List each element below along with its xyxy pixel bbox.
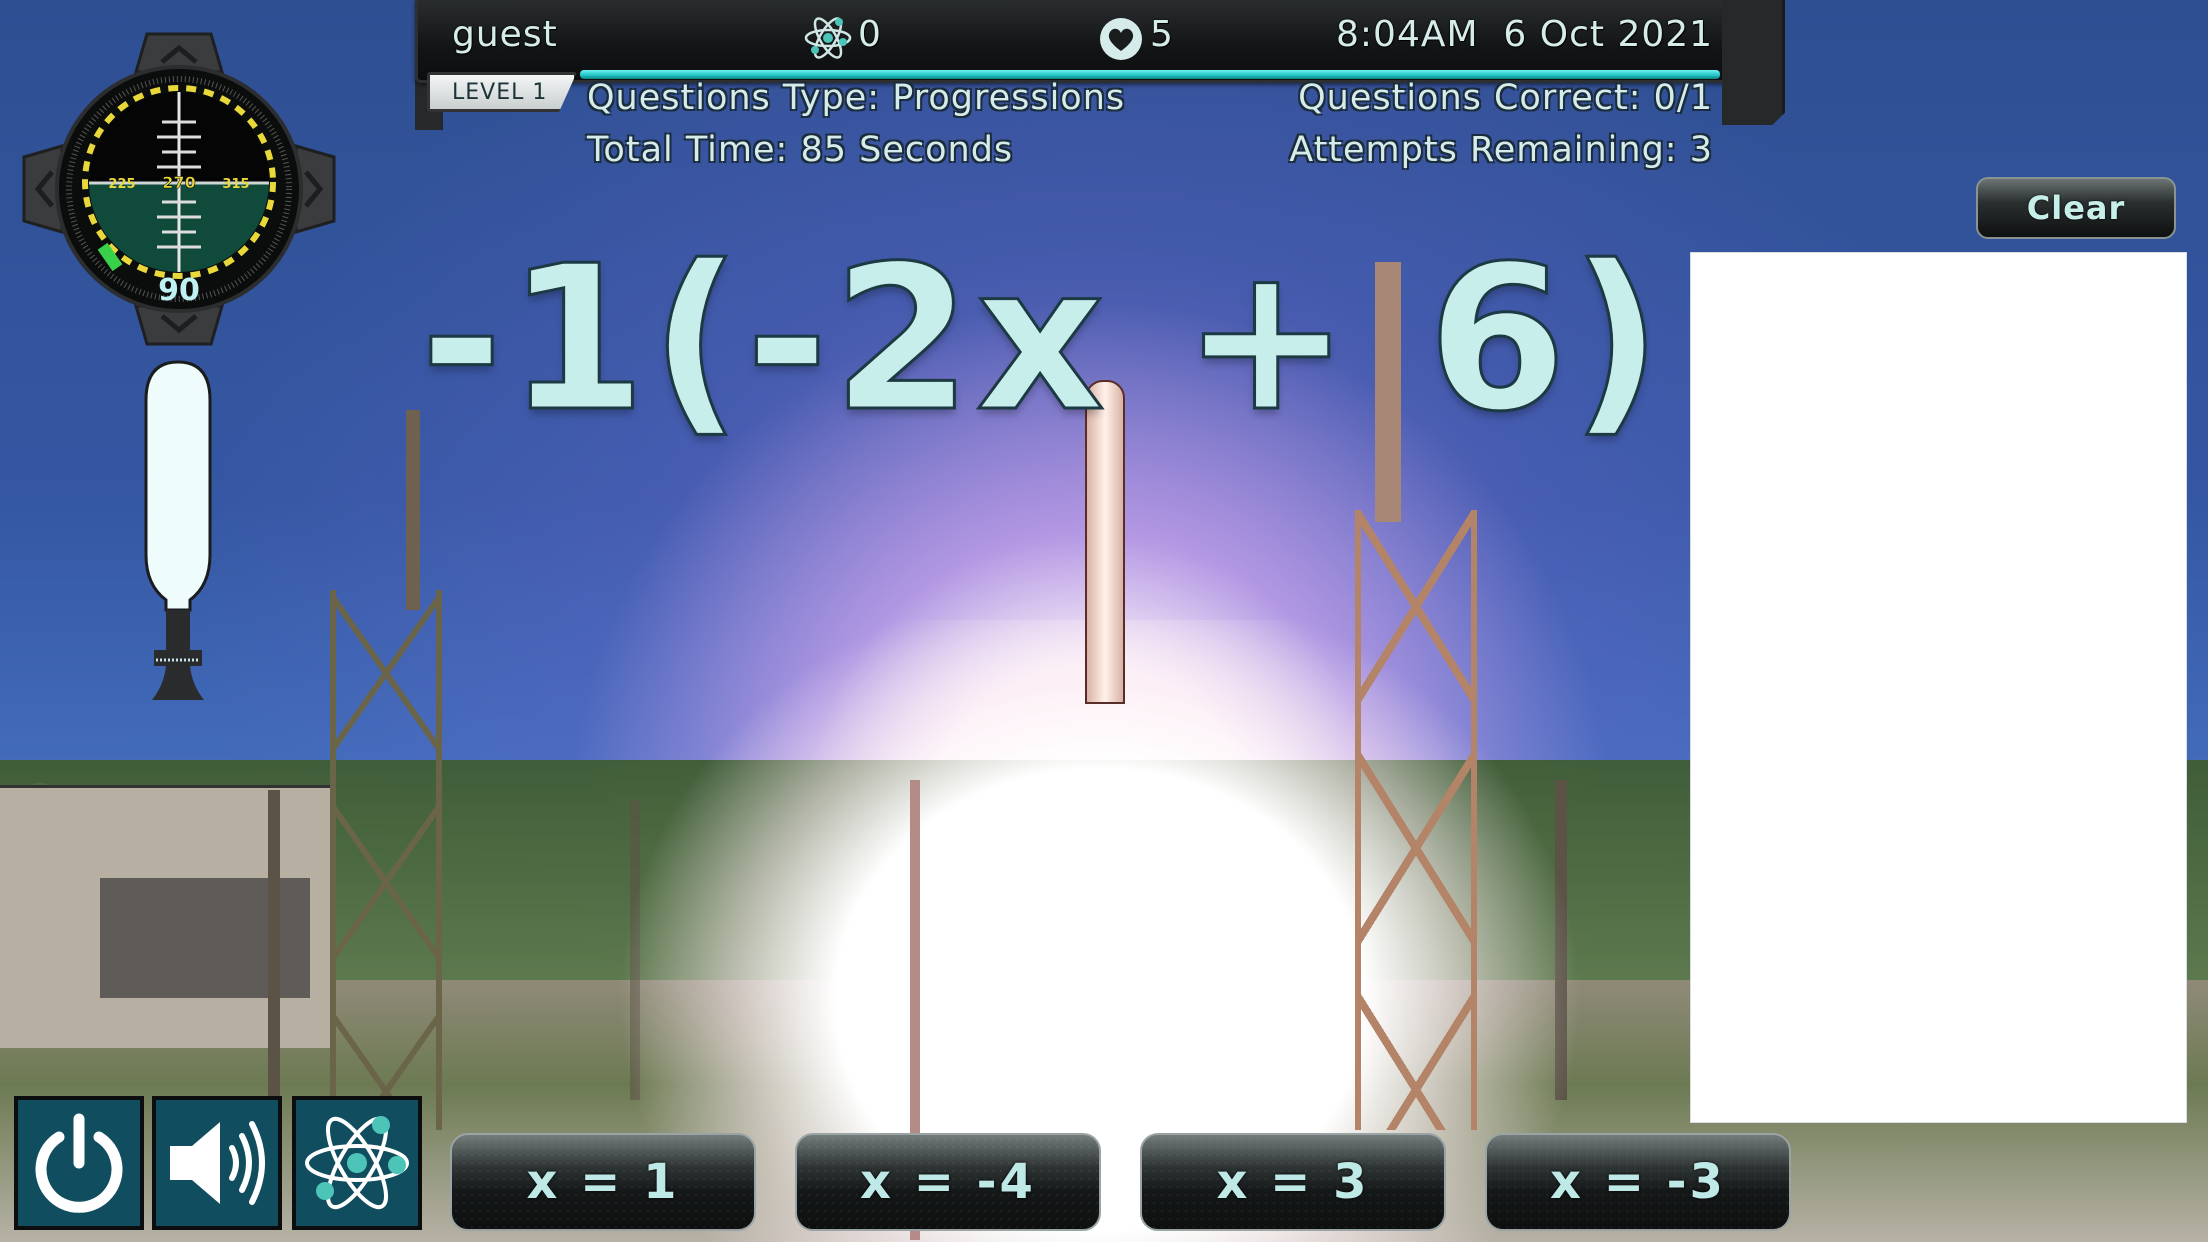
hud-right-cap: [1722, 0, 1785, 125]
lightning-mast: [406, 410, 420, 610]
attitude-compass[interactable]: 225 270 315 90: [22, 32, 336, 346]
attempts-remaining: Attempts Remaining: 3: [1289, 130, 1713, 170]
rocket-nozzle-icon: [152, 666, 204, 700]
hangar-building: [0, 785, 330, 1048]
answer-button-1[interactable]: x = 1: [450, 1133, 756, 1231]
scratchpad-canvas[interactable]: [1690, 252, 2187, 1123]
launch-tower-right: [1355, 510, 1477, 1130]
power-icon: [35, 1113, 123, 1213]
lamp-pole: [268, 790, 280, 1110]
fuel-tank-body: [144, 360, 212, 612]
clear-button[interactable]: Clear: [1976, 177, 2176, 239]
fuel-tank-valve: [166, 610, 190, 650]
launch-tower-left: [330, 590, 442, 1130]
compass-label-270: 270: [162, 173, 195, 192]
rocket-nozzle-top: [154, 650, 202, 666]
atoms-count: 0: [858, 14, 882, 55]
equation-question: -1(-2x + 6) = 0: [419, 223, 2129, 456]
heart-icon: [1100, 18, 1142, 60]
volume-icon: [170, 1121, 265, 1205]
power-button[interactable]: [14, 1096, 144, 1230]
questions-type: Questions Type: Progressions: [587, 78, 1126, 118]
questions-correct: Questions Correct: 0/1: [1298, 78, 1713, 118]
atom-icon: [804, 17, 852, 59]
answer-button-2[interactable]: x = -4: [795, 1133, 1101, 1231]
compass-label-315: 315: [222, 177, 249, 192]
username: guest: [452, 14, 558, 55]
compass-label-225: 225: [108, 177, 135, 192]
lives-count: 5: [1150, 14, 1174, 55]
datetime: 8:04AM 6 Oct 2021: [1336, 14, 1714, 55]
level-badge: LEVEL 1: [427, 72, 577, 112]
total-time: Total Time: 85 Seconds: [587, 130, 1014, 170]
answer-button-4[interactable]: x = -3: [1485, 1133, 1791, 1231]
answer-button-3[interactable]: x = 3: [1140, 1133, 1446, 1231]
sound-button[interactable]: [152, 1096, 282, 1230]
compass-readout: 90: [158, 273, 200, 308]
fuel-tank-gauge: [144, 360, 212, 700]
atom-icon: [305, 1116, 409, 1210]
atom-menu-button[interactable]: [292, 1096, 422, 1230]
